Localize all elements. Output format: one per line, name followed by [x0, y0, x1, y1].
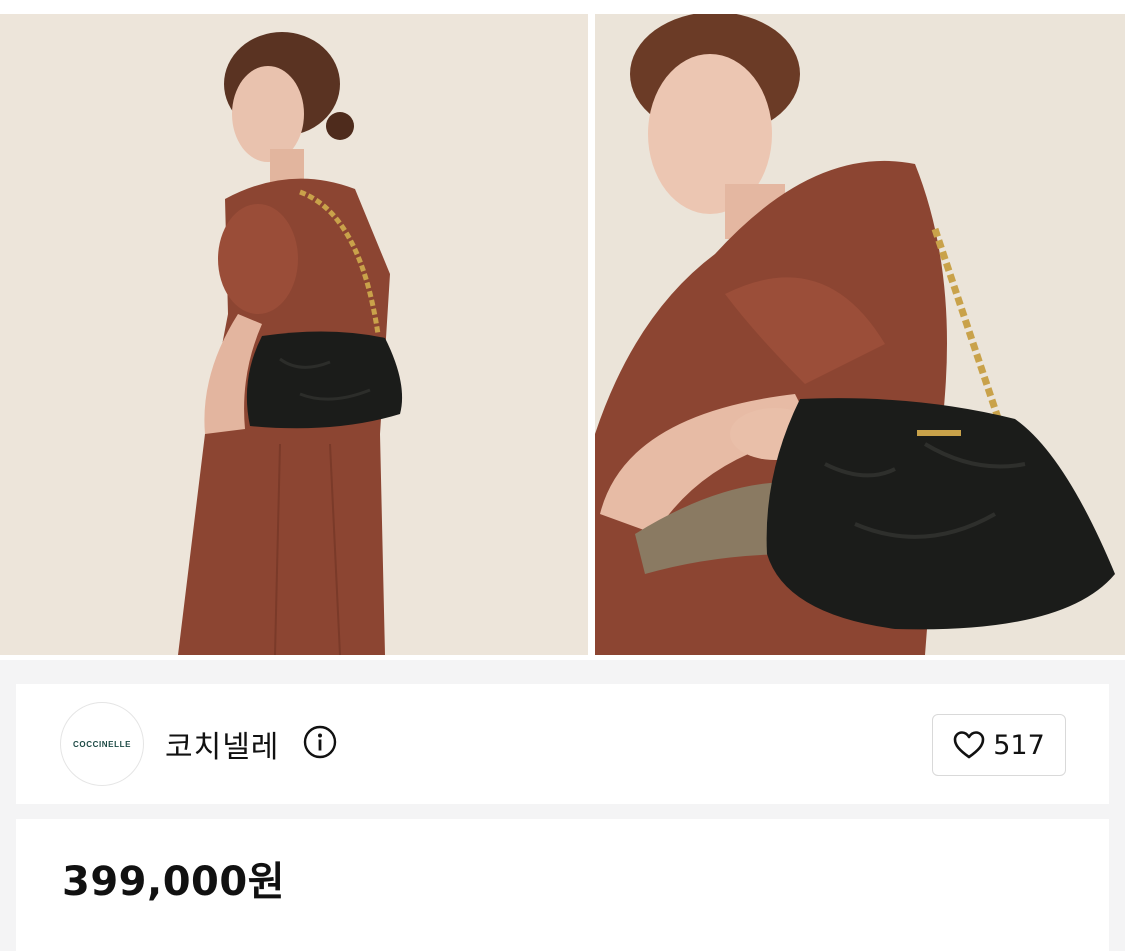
price-card: 399,000원 — [16, 819, 1109, 951]
product-photo-1[interactable] — [0, 14, 588, 655]
seller-name[interactable]: 코치넬레 — [165, 722, 279, 766]
model-with-black-bag-photo — [0, 14, 588, 655]
seller-card: COCCINELLE 코치넬레 517 — [16, 684, 1109, 804]
like-button[interactable]: 517 — [932, 714, 1066, 776]
model-with-black-bag-closeup-photo — [595, 14, 1125, 655]
seller-logo[interactable]: COCCINELLE — [60, 702, 144, 786]
heart-icon — [953, 731, 985, 759]
seller-logo-text: COCCINELLE — [73, 739, 131, 749]
product-image-gallery[interactable] — [0, 0, 1125, 660]
product-photo-2[interactable] — [595, 14, 1125, 655]
like-count: 517 — [993, 729, 1045, 761]
product-page: COCCINELLE 코치넬레 517 399,000원 — [0, 0, 1125, 951]
product-price: 399,000원 — [62, 859, 285, 905]
info-icon[interactable] — [303, 725, 337, 759]
